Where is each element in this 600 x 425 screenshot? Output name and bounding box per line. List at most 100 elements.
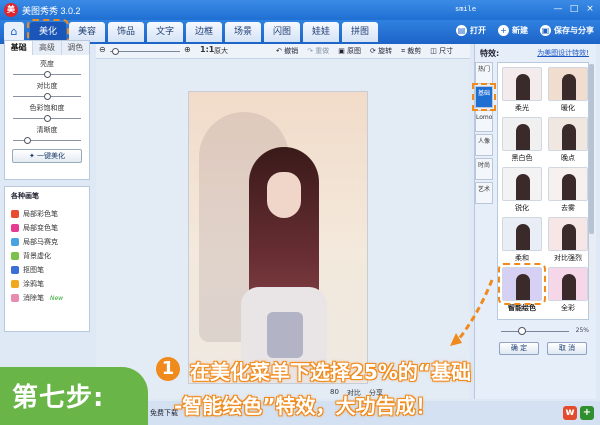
effect-item[interactable]: 智能绘色: [498, 263, 546, 313]
resize-button[interactable]: ◫ 尺寸: [430, 46, 453, 56]
effect-opacity-slider[interactable]: 25%: [497, 326, 589, 338]
adjust-slider[interactable]: [13, 71, 81, 78]
brush-item[interactable]: 涂鸦笔: [11, 277, 83, 291]
tab-beautify[interactable]: 美化: [27, 19, 69, 45]
tab-advanced[interactable]: 高级: [32, 41, 61, 55]
file-tools: ▤ 打开 + 新建 ▣ 保存与分享: [456, 25, 594, 36]
image-canvas: [96, 59, 470, 399]
redo-button[interactable]: ↷ 重做: [307, 46, 329, 56]
effect-item[interactable]: 对比强烈: [547, 217, 589, 263]
photo[interactable]: [188, 91, 368, 384]
zoom-slider-knob[interactable]: [112, 48, 119, 55]
step-badge: 第七步:: [0, 367, 148, 425]
title-bar: 美 美图秀秀 3.0.2 smile — □ ×: [0, 0, 600, 20]
effect-thumbnail: [548, 67, 588, 101]
crop-button[interactable]: ⌗ 裁剪: [401, 46, 421, 56]
effect-item[interactable]: 暖化: [547, 67, 589, 113]
tab-basic[interactable]: 基础: [5, 41, 33, 55]
brush-item[interactable]: 消除笔 New: [11, 291, 83, 305]
undo-label: 撤销: [284, 47, 299, 55]
adjust-tabs: 基础 高级 调色: [5, 41, 89, 55]
opacity-track: [501, 331, 569, 332]
slider-knob[interactable]: [44, 71, 51, 78]
effect-thumbnail: [502, 167, 542, 201]
slider-label: 色彩饱和度: [29, 104, 65, 112]
step-number: 1: [156, 357, 180, 381]
adjust-slider[interactable]: [13, 137, 81, 144]
home-icon[interactable]: ⌂: [4, 22, 24, 42]
effect-category-tab[interactable]: 艺术: [475, 182, 493, 204]
opacity-value: 25%: [575, 327, 589, 334]
zoom-out-icon[interactable]: ⊖: [99, 45, 106, 54]
effects-panel: 特效: 为美图设计特效! 热门 基础 Lomo 人像 时尚 艺术 柔光 暖化 黑白色 晚点 锐化 去…: [472, 44, 596, 399]
effect-category-tab[interactable]: 人像: [475, 134, 493, 156]
effect-item[interactable]: 全彩: [547, 267, 589, 313]
tab-scene[interactable]: 场景: [225, 22, 261, 42]
scroll-thumb[interactable]: [589, 64, 594, 234]
effect-category-tab[interactable]: 时尚: [475, 158, 493, 180]
new-button[interactable]: + 新建: [498, 25, 528, 36]
undo-button[interactable]: ↶ 撤销: [276, 46, 298, 56]
save-share-button[interactable]: ▣ 保存与分享: [540, 25, 594, 36]
slider-knob[interactable]: [44, 115, 51, 122]
tab-accessories[interactable]: 饰品: [108, 22, 144, 42]
slider-knob[interactable]: [23, 137, 31, 144]
brush-icon: [11, 266, 19, 274]
crop-label: 裁剪: [407, 47, 422, 55]
zoom-slider[interactable]: [110, 48, 180, 55]
effect-category-tab[interactable]: 基础: [472, 83, 496, 111]
weibo-icon[interactable]: w: [563, 406, 577, 420]
open-button[interactable]: ▤ 打开: [456, 25, 486, 36]
one-key-label: 一键美化: [37, 152, 66, 160]
workspace: ⊖ ⊕ 1:1 原大 ↶ 撤销 ↷ 重做 ▣ 原图 ⟳ 旋转 ⌗ 裁剪 ◫ 尺寸…: [0, 40, 600, 401]
effect-category-tab[interactable]: 热门: [475, 62, 493, 84]
caption-line-2: -智能绘色”特效，大功告成！: [174, 394, 436, 418]
brush-item[interactable]: 局部变色笔: [11, 221, 83, 235]
caption-line-1: 在美化菜单下选择25%的“基础: [190, 360, 472, 384]
actual-size-button[interactable]: 1:1: [200, 45, 214, 54]
effects-scrollbar[interactable]: [589, 64, 594, 314]
effect-thumbnail: [498, 263, 546, 305]
tab-flash[interactable]: 闪图: [264, 22, 300, 42]
brush-label: 局部变色笔: [23, 224, 58, 232]
opacity-knob[interactable]: [518, 327, 526, 335]
close-button[interactable]: ×: [584, 4, 596, 15]
edit-tools: ↶ 撤销 ↷ 重做 ▣ 原图 ⟳ 旋转 ⌗ 裁剪 ◫ 尺寸: [276, 46, 453, 56]
new-badge: New: [50, 294, 64, 302]
original-button[interactable]: ▣ 原图: [338, 46, 361, 56]
one-key-beautify-button[interactable]: ✦ 一键美化: [12, 149, 82, 163]
effect-item[interactable]: 去雾: [547, 167, 589, 213]
effect-item[interactable]: 锐化: [501, 167, 543, 213]
zoom-in-icon[interactable]: ⊕: [184, 45, 191, 54]
adjust-slider[interactable]: [13, 93, 81, 100]
slider-knob[interactable]: [44, 93, 51, 100]
brush-item[interactable]: 局部马赛克: [11, 235, 83, 249]
tab-border[interactable]: 边框: [186, 22, 222, 42]
user-name[interactable]: smile: [455, 5, 476, 13]
adjust-sliders: 亮度 对比度 色彩饱和度 清晰度: [5, 59, 89, 144]
adjust-slider[interactable]: [13, 115, 81, 122]
effect-label: 柔光: [515, 104, 529, 112]
rotate-label: 旋转: [378, 47, 393, 55]
photo-face-shape: [267, 172, 301, 218]
maximize-button[interactable]: □: [568, 4, 580, 15]
effect-item[interactable]: 晚点: [547, 117, 589, 163]
add-icon[interactable]: +: [580, 406, 594, 420]
tab-color[interactable]: 调色: [60, 41, 89, 55]
brush-item[interactable]: 抠图笔: [11, 263, 83, 277]
minimize-button[interactable]: —: [552, 4, 564, 15]
tab-text[interactable]: 文字: [147, 22, 183, 42]
brush-item[interactable]: 局部彩色笔: [11, 207, 83, 221]
tab-doll[interactable]: 娃娃: [303, 22, 339, 42]
effect-category-tab[interactable]: Lomo: [475, 110, 493, 132]
effect-item[interactable]: 黑白色: [501, 117, 543, 163]
app-logo-icon: 美: [4, 3, 18, 17]
effect-item[interactable]: 柔光: [501, 67, 543, 113]
slider-label: 亮度: [40, 60, 54, 68]
brush-item[interactable]: 背景虚化: [11, 249, 83, 263]
tab-beauty[interactable]: 美容: [69, 22, 105, 42]
rotate-button[interactable]: ⟳ 旋转: [370, 46, 392, 56]
design-effects-link[interactable]: 为美图设计特效!: [537, 48, 589, 58]
effect-item[interactable]: 柔和: [501, 217, 543, 263]
tab-collage[interactable]: 拼图: [342, 22, 378, 42]
